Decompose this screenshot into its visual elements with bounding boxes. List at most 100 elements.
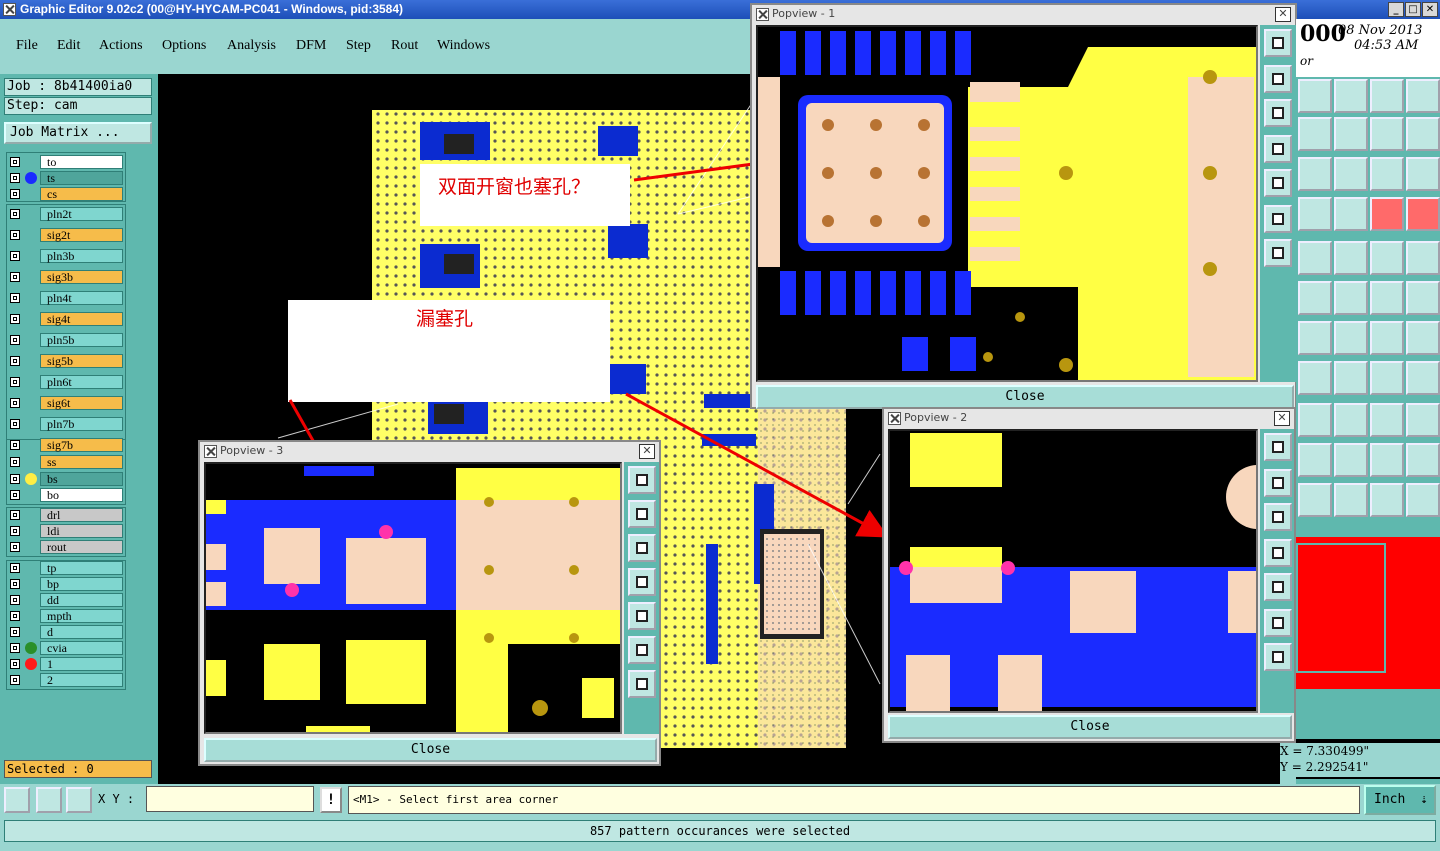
layer-checkbox[interactable]: [10, 335, 20, 345]
layer-checkbox[interactable]: [10, 251, 20, 261]
tool-button-icon[interactable]: [1370, 403, 1404, 437]
menu-file[interactable]: File: [16, 38, 38, 54]
layer-name[interactable]: pln3b: [40, 249, 123, 263]
layer-name[interactable]: sig3b: [40, 270, 123, 284]
layer-row[interactable]: dd: [6, 592, 126, 608]
layer-row[interactable]: pln3b: [6, 248, 126, 264]
layer-checkbox[interactable]: [10, 272, 20, 282]
layer-checkbox[interactable]: [10, 542, 20, 552]
minimize-button[interactable]: _: [1388, 2, 1404, 17]
layer-checkbox[interactable]: [10, 510, 20, 520]
layer-row[interactable]: pln2t: [6, 206, 126, 222]
layer-checkbox[interactable]: [10, 563, 20, 573]
menu-dfm[interactable]: DFM: [296, 38, 326, 54]
layer-row[interactable]: tp: [6, 560, 126, 576]
popview-zoom-in-icon[interactable]: [628, 636, 656, 664]
layer-name[interactable]: cvia: [40, 641, 123, 655]
tool-button-icon[interactable]: [1406, 403, 1440, 437]
popview-zoom-out-icon[interactable]: [1264, 239, 1292, 267]
menu-windows[interactable]: Windows: [437, 38, 490, 54]
layer-name[interactable]: sig5b: [40, 354, 123, 368]
popview-zoom-icon[interactable]: [1264, 29, 1292, 57]
layer-name[interactable]: cs: [40, 187, 123, 201]
popview-pan-up-icon[interactable]: [1264, 65, 1292, 93]
grid-icon[interactable]: [66, 787, 92, 813]
tool-button-icon[interactable]: [1370, 443, 1404, 477]
tool-button-icon[interactable]: [1370, 483, 1404, 517]
area-select-icon[interactable]: [4, 787, 30, 813]
tool-button-icon[interactable]: [1334, 403, 1368, 437]
layer-checkbox[interactable]: [10, 659, 20, 669]
tool-button-icon[interactable]: [1298, 443, 1332, 477]
layer-name[interactable]: sig4t: [40, 312, 123, 326]
layer-checkbox[interactable]: [10, 474, 20, 484]
tool-button-icon[interactable]: [1370, 241, 1404, 275]
tool-button-icon[interactable]: [1334, 117, 1368, 151]
layer-row[interactable]: 2: [6, 672, 126, 688]
layer-name[interactable]: sig7b: [40, 438, 123, 452]
layer-name[interactable]: bp: [40, 577, 123, 591]
layer-checkbox[interactable]: [10, 611, 20, 621]
popview-zoom-in-icon[interactable]: [1264, 205, 1292, 233]
tool-button-icon[interactable]: [1298, 157, 1332, 191]
layer-row[interactable]: bp: [6, 576, 126, 592]
layer-row[interactable]: cs: [6, 186, 126, 202]
tool-button-icon[interactable]: [1334, 483, 1368, 517]
layer-name[interactable]: bo: [40, 488, 123, 502]
layer-name[interactable]: sig2t: [40, 228, 123, 242]
layer-name[interactable]: to: [40, 155, 123, 169]
layer-checkbox[interactable]: [10, 595, 20, 605]
layer-checkbox[interactable]: [10, 457, 20, 467]
layer-row[interactable]: bs: [6, 471, 126, 487]
layer-name[interactable]: pln7b: [40, 417, 123, 431]
tool-button-icon[interactable]: [1334, 241, 1368, 275]
popview-pan-left-icon[interactable]: [628, 568, 656, 596]
layer-row[interactable]: pln7b: [6, 416, 126, 432]
layer-row[interactable]: bo: [6, 487, 126, 503]
layer-name[interactable]: pln4t: [40, 291, 123, 305]
measure-icon[interactable]: [36, 787, 62, 813]
popview-pan-down-icon[interactable]: [1264, 99, 1292, 127]
units-dropdown[interactable]: Inch ⇣: [1364, 785, 1436, 815]
tool-button-icon[interactable]: [1298, 321, 1332, 355]
tool-button-icon[interactable]: [1370, 321, 1404, 355]
popview-zoom-icon[interactable]: [1264, 433, 1292, 461]
layer-checkbox[interactable]: [10, 173, 20, 183]
popview-pan-up-icon[interactable]: [1264, 469, 1292, 497]
layer-checkbox[interactable]: [10, 490, 20, 500]
menu-rout[interactable]: Rout: [391, 38, 418, 54]
popview-pan-right-icon[interactable]: [1264, 169, 1292, 197]
layer-name[interactable]: ts: [40, 171, 123, 185]
popview-3-close-x[interactable]: ✕: [639, 444, 655, 459]
popview-2-close-button[interactable]: Close: [888, 715, 1292, 739]
menu-options[interactable]: Options: [162, 38, 206, 54]
layer-name[interactable]: sig6t: [40, 396, 123, 410]
layer-row[interactable]: sig5b: [6, 353, 126, 369]
layer-row[interactable]: drl: [6, 507, 126, 523]
menu-analysis[interactable]: Analysis: [227, 38, 276, 54]
layer-row[interactable]: sig2t: [6, 227, 126, 243]
xy-input[interactable]: [146, 786, 314, 812]
popview-zoom-out-icon[interactable]: [1264, 643, 1292, 671]
layer-name[interactable]: drl: [40, 508, 123, 522]
tool-button-icon[interactable]: [1370, 117, 1404, 151]
layer-row[interactable]: cvia: [6, 640, 126, 656]
layer-checkbox[interactable]: [10, 209, 20, 219]
tool-button-icon[interactable]: [1298, 483, 1332, 517]
layer-row[interactable]: pln6t: [6, 374, 126, 390]
popview-2-view[interactable]: [888, 429, 1258, 713]
layer-name[interactable]: ldi: [40, 524, 123, 538]
layer-name[interactable]: rout: [40, 540, 123, 554]
layer-row[interactable]: sig3b: [6, 269, 126, 285]
layer-row[interactable]: sig6t: [6, 395, 126, 411]
tool-button-icon[interactable]: [1298, 79, 1332, 113]
popview-pan-down-icon[interactable]: [1264, 503, 1292, 531]
popview-pan-right-icon[interactable]: [628, 602, 656, 630]
layer-checkbox[interactable]: [10, 189, 20, 199]
layer-checkbox[interactable]: [10, 579, 20, 589]
layer-row[interactable]: sig4t: [6, 311, 126, 327]
layer-name[interactable]: mpth: [40, 609, 123, 623]
maximize-button[interactable]: □: [1405, 2, 1421, 17]
popview-3-view[interactable]: [204, 462, 622, 734]
layer-checkbox[interactable]: [10, 440, 20, 450]
